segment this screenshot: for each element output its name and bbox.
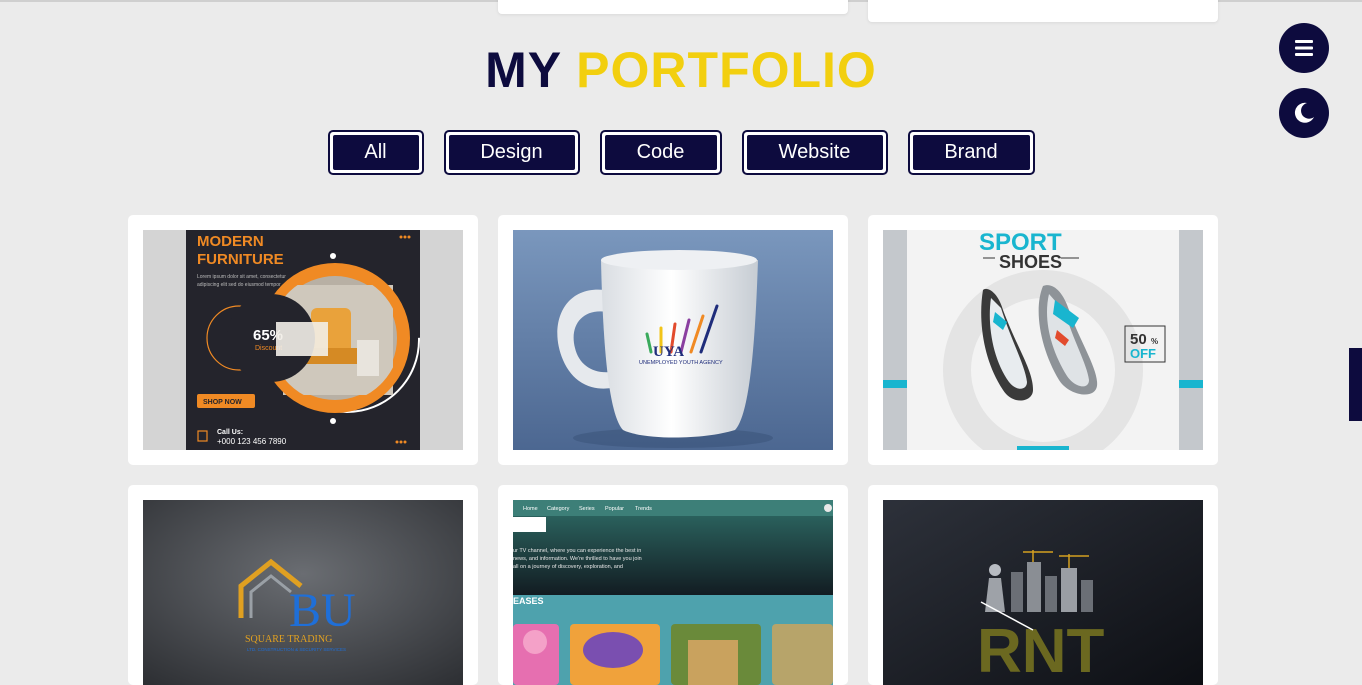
moon-icon xyxy=(1294,102,1314,123)
previous-section-card xyxy=(498,0,848,14)
svg-text:Popular: Popular xyxy=(605,506,624,512)
portfolio-item-modern-furniture[interactable]: MODERN FURNITURE Lorem ipsum dolor sit a… xyxy=(128,215,478,465)
svg-text:Series: Series xyxy=(579,506,595,512)
title-word-portfolio: PORTFOLIO xyxy=(576,42,877,98)
svg-text:Category: Category xyxy=(547,506,570,512)
svg-text:ur TV channel, where you can e: ur TV channel, where you can experience … xyxy=(513,548,641,554)
svg-text:adipiscing elit sed do eiusmod: adipiscing elit sed do eiusmod tempor xyxy=(197,282,281,288)
svg-text:all on a journey of discovery,: all on a journey of discovery, explorati… xyxy=(513,564,623,570)
svg-text:+000 123 456 7890: +000 123 456 7890 xyxy=(217,437,287,446)
svg-text:%: % xyxy=(1151,337,1158,346)
bu-logo-artwork: BU SQUARE TRADING LTD. CONSTRUCTION & SE… xyxy=(143,500,463,685)
svg-text:OFF: OFF xyxy=(1130,346,1156,361)
svg-text:MODERN: MODERN xyxy=(197,233,264,250)
sport-shoes-artwork: SPORT SHOES 50 % OFF xyxy=(883,230,1203,450)
filter-website-button[interactable]: Website xyxy=(741,130,888,175)
portfolio-image: MODERN FURNITURE Lorem ipsum dolor sit a… xyxy=(143,230,463,450)
portfolio-item-rnt-construction[interactable]: RNT xyxy=(868,485,1218,685)
svg-text:UNEMPLOYED YOUTH AGENCY: UNEMPLOYED YOUTH AGENCY xyxy=(639,360,723,366)
filter-website-label: Website xyxy=(746,135,883,170)
menu-toggle-button[interactable] xyxy=(1279,23,1329,73)
svg-text:RNT: RNT xyxy=(977,617,1105,685)
filter-all-label: All xyxy=(332,135,419,170)
hamburger-icon xyxy=(1295,40,1313,56)
portfolio-image: SPORT SHOES 50 % OFF xyxy=(883,230,1203,450)
svg-text:LTD. CONSTRUCTION & SECURITY S: LTD. CONSTRUCTION & SECURITY SERVICES xyxy=(247,647,346,652)
rnt-logo-artwork: RNT xyxy=(883,500,1203,685)
svg-text:SQUARE TRADING: SQUARE TRADING xyxy=(245,634,332,645)
filter-design-button[interactable]: Design xyxy=(443,130,580,175)
portfolio-image: RNT xyxy=(883,500,1203,685)
mug-mockup-artwork: UYA UNEMPLOYED YOUTH AGENCY xyxy=(513,230,833,450)
filter-code-button[interactable]: Code xyxy=(599,130,722,175)
furniture-flyer-artwork: MODERN FURNITURE Lorem ipsum dolor sit a… xyxy=(186,230,420,450)
theme-toggle-button[interactable] xyxy=(1279,88,1329,138)
svg-text:Home: Home xyxy=(523,506,538,512)
portfolio-image: Home Category Series Popular Trends ur T… xyxy=(513,500,833,685)
filter-all-button[interactable]: All xyxy=(327,130,424,175)
portfolio-item-bu-square-trading[interactable]: BU SQUARE TRADING LTD. CONSTRUCTION & SE… xyxy=(128,485,478,685)
filter-design-label: Design xyxy=(448,135,575,170)
svg-text:Lorem ipsum dolor sit amet, co: Lorem ipsum dolor sit amet, consectetur xyxy=(197,274,286,280)
portfolio-item-uya-mug[interactable]: UYA UNEMPLOYED YOUTH AGENCY xyxy=(498,215,848,465)
portfolio-image: UYA UNEMPLOYED YOUTH AGENCY xyxy=(513,230,833,450)
section-title: MY PORTFOLIO xyxy=(0,38,1362,102)
svg-text:BU: BU xyxy=(289,584,356,637)
filter-code-label: Code xyxy=(604,135,717,170)
portfolio-item-sport-shoes[interactable]: SPORT SHOES 50 % OFF xyxy=(868,215,1218,465)
portfolio-image: BU SQUARE TRADING LTD. CONSTRUCTION & SE… xyxy=(143,500,463,685)
title-word-my: MY xyxy=(485,42,562,98)
svg-text:SHOP NOW: SHOP NOW xyxy=(203,399,242,406)
filter-brand-label: Brand xyxy=(912,135,1030,170)
filter-brand-button[interactable]: Brand xyxy=(907,130,1035,175)
website-screenshot-artwork: Home Category Series Popular Trends ur T… xyxy=(513,500,833,685)
svg-text:Call Us:: Call Us: xyxy=(217,429,243,436)
side-drawer-tab[interactable] xyxy=(1349,348,1362,421)
svg-text:news, and information. We're t: news, and information. We're thrilled to… xyxy=(513,556,642,562)
svg-text:UYA: UYA xyxy=(653,344,684,360)
svg-text:SHOES: SHOES xyxy=(999,252,1062,272)
svg-text:FURNITURE: FURNITURE xyxy=(197,251,284,268)
filter-bar: All Design Code Website Brand xyxy=(0,130,1362,175)
svg-text:EASES: EASES xyxy=(513,596,544,606)
previous-section-card xyxy=(868,0,1218,22)
svg-text:Trends: Trends xyxy=(635,506,652,512)
portfolio-item-streaming-website[interactable]: Home Category Series Popular Trends ur T… xyxy=(498,485,848,685)
